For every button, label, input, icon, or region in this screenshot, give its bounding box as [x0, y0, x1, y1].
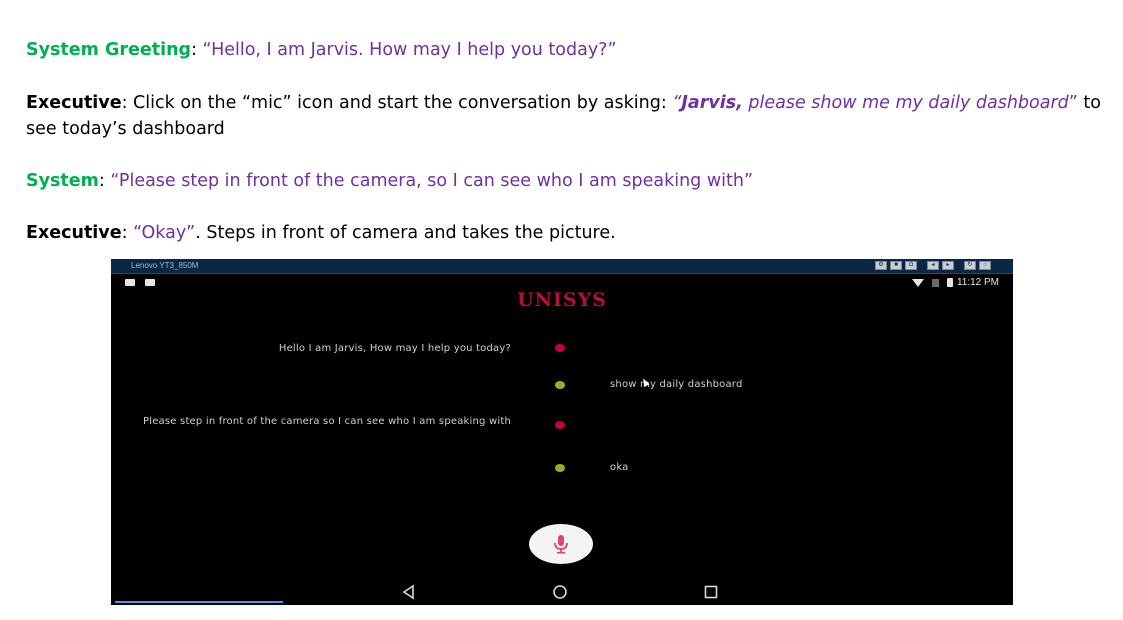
quote-rest: please show me my daily dashboard [742, 93, 1069, 113]
record-icon[interactable]: ■ [890, 261, 902, 270]
phone-screen: Lenovo YT3_850M ⚙ ■ ◘ ◂ ▸ ↻ ○ 11:12 PM U… [111, 259, 1013, 605]
chat-message-system: Please step in front of the camera so I … [143, 416, 511, 427]
speaker-label: Executive [26, 93, 122, 113]
recent-apps-square-icon[interactable] [703, 584, 719, 600]
chat-message-user: oka [610, 462, 629, 473]
dialogue-line-system-greeting: System Greeting: “Hello, I am Jarvis. Ho… [26, 37, 1116, 63]
chat-message-system: Hello I am Jarvis, How may I help you to… [278, 343, 511, 354]
notification-icon [125, 279, 135, 286]
mic-button[interactable] [529, 524, 593, 564]
user-dot-icon [555, 464, 565, 472]
volume-up-icon[interactable]: ▸ [942, 261, 954, 270]
chat-message-user: show my daily dashboard [610, 379, 743, 390]
dialogue-line-executive-ask: Executive: Click on the “mic” icon and s… [26, 90, 1116, 142]
separator: : [191, 40, 203, 60]
home-circle-icon[interactable] [552, 584, 568, 600]
okay-quote: “Okay” [133, 223, 196, 243]
instruction-text: : Click on the “mic” icon and start the … [121, 93, 673, 113]
back-triangle-icon[interactable] [401, 584, 417, 600]
speaker-label: System [26, 171, 99, 191]
image-notification-icon [145, 279, 155, 286]
emulator-titlebar: Lenovo YT3_850M ⚙ ■ ◘ ◂ ▸ ↻ ○ [111, 259, 1013, 274]
volume-down-icon[interactable]: ◂ [927, 261, 939, 270]
speaker-label: System Greeting [26, 40, 192, 60]
battery-icon [946, 278, 953, 287]
bottom-highlight-bar [115, 601, 283, 603]
status-bar-right: 11:12 PM [911, 277, 999, 288]
separator: : [98, 171, 111, 191]
emulator-controls: ⚙ ■ ◘ ◂ ▸ ↻ ○ [875, 261, 991, 270]
camera-icon[interactable]: ◘ [905, 261, 917, 270]
device-name: Lenovo YT3_850M [131, 261, 199, 270]
separator: : [121, 223, 134, 243]
camera-quote: “Please step in front of the camera, so … [110, 171, 754, 191]
quote-bold: Jarvis, [681, 93, 743, 113]
sim-icon [931, 278, 939, 287]
power-icon[interactable]: ○ [979, 261, 991, 270]
system-dot-icon [555, 344, 565, 352]
status-bar-left [125, 279, 155, 286]
system-dot-icon [555, 421, 565, 429]
brand-logo: UNISYS [517, 289, 607, 311]
wifi-icon [911, 278, 924, 287]
user-dot-icon [555, 381, 565, 389]
request-quote: “Jarvis, please show me my daily dashboa… [672, 93, 1068, 113]
clock: 11:12 PM [956, 277, 999, 288]
rotate-icon[interactable]: ↻ [964, 261, 976, 270]
speaker-label: Executive [26, 223, 122, 243]
action-text: . Steps in front of camera and takes the… [195, 223, 616, 243]
greeting-quote: “Hello, I am Jarvis. How may I help you … [202, 40, 617, 60]
quote-close: ” [1068, 93, 1078, 113]
mic-icon [554, 535, 568, 554]
dialogue-line-executive-okay: Executive: “Okay”. Steps in front of cam… [26, 220, 1116, 246]
settings-icon[interactable]: ⚙ [875, 261, 887, 270]
dialogue-line-system-camera: System: “Please step in front of the cam… [26, 168, 1116, 194]
